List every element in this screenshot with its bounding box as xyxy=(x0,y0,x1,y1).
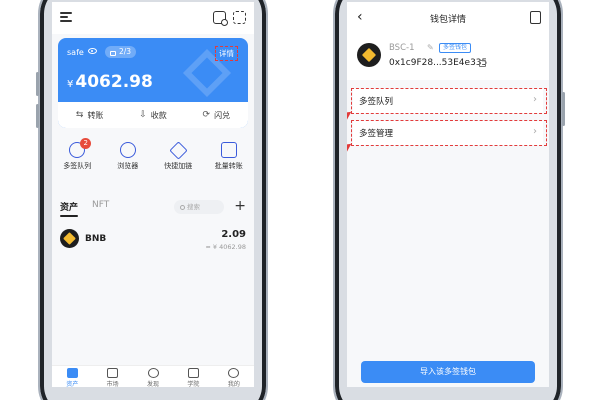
import-multisig-button[interactable]: 导入该多签钱包 xyxy=(361,361,535,383)
transfer-button[interactable]: ⇆ 转账 xyxy=(58,110,121,121)
nav-item-academy[interactable]: 学院 xyxy=(173,366,213,387)
multisig-queue-button[interactable]: 2 多签队列 xyxy=(52,138,103,182)
user-icon xyxy=(228,368,240,378)
wallet-detail-screen: ‹ 钱包详情 BSC-1 ✎ 多签钱包 0x1c9F28...53E4e335 … xyxy=(347,2,549,387)
volume-button xyxy=(36,72,39,96)
quick-cross-chain-icon xyxy=(169,141,188,160)
transfer-icon: ⇆ xyxy=(75,110,84,120)
browser-icon xyxy=(119,142,136,158)
batch-transfer-button[interactable]: 批量转账 xyxy=(204,142,255,182)
quick-add-chain-button[interactable]: 快捷加链 xyxy=(153,141,204,182)
balance-value: 4062.98 xyxy=(75,72,153,92)
power-button xyxy=(562,92,565,126)
wallet-name: safe xyxy=(67,48,84,57)
book-icon xyxy=(187,368,199,378)
receive-button[interactable]: ⇩ 收款 xyxy=(121,110,184,121)
nav-item-assets[interactable]: 资产 xyxy=(52,366,92,387)
wallet-name: BSC-1 xyxy=(389,43,415,53)
nav-label: 我的 xyxy=(227,381,240,387)
phone-frame-left: safe 2/3 详情 ¥4062.98 ⇆ 转账 ⇩ 收款 ⟳ 闪兑 2 多签… xyxy=(36,0,268,400)
highlight-box xyxy=(351,120,547,146)
menu-item-multisig-queue[interactable]: 多签队列 › xyxy=(351,88,547,114)
arrow-icon xyxy=(347,108,354,118)
chart-icon xyxy=(107,368,119,378)
notification-badge: 2 xyxy=(80,138,92,149)
flash-swap-icon: ⟳ xyxy=(202,110,211,120)
top-bar: ‹ 钱包详情 xyxy=(347,2,549,34)
wallet-home-screen: safe 2/3 详情 ¥4062.98 ⇆ 转账 ⇩ 收款 ⟳ 闪兑 2 多签… xyxy=(52,2,254,387)
search-input[interactable]: 搜索 xyxy=(174,200,224,214)
nav-item-profile[interactable]: 我的 xyxy=(214,366,254,387)
asset-symbol: BNB xyxy=(85,234,107,244)
menu-icon[interactable] xyxy=(60,12,72,22)
asset-amount: 2.09 xyxy=(221,229,246,240)
bottom-nav: 资产 市场 发现 学院 我的 xyxy=(52,365,254,387)
wallet-manage-icon[interactable] xyxy=(213,11,228,26)
add-asset-button[interactable]: + xyxy=(234,198,246,214)
list-item[interactable]: BNB 2.09 ≈ ¥ 4062.98 xyxy=(52,228,254,252)
search-placeholder: 搜索 xyxy=(187,203,200,211)
signature-badge: 2/3 xyxy=(105,46,137,58)
wallet-balance: ¥4062.98 xyxy=(67,72,153,92)
tab-nft[interactable]: NFT xyxy=(92,200,109,210)
batch-transfer-icon xyxy=(220,142,237,158)
page-title: 钱包详情 xyxy=(429,15,466,25)
quick-action-label: 浏览器 xyxy=(117,162,139,170)
tab-assets[interactable]: 资产 xyxy=(60,200,79,217)
signature-count: 2/3 xyxy=(119,47,132,56)
wallet-icon xyxy=(66,368,78,378)
clipboard-icon[interactable] xyxy=(530,11,541,24)
asset-fiat-value: ≈ ¥ 4062.98 xyxy=(205,243,246,251)
compass-icon xyxy=(147,368,159,378)
nav-item-market[interactable]: 市场 xyxy=(92,366,132,387)
search-icon xyxy=(180,204,185,210)
eye-icon[interactable] xyxy=(88,48,97,54)
top-bar xyxy=(52,2,254,34)
arrow-icon xyxy=(347,140,354,150)
flash-swap-label: 闪兑 xyxy=(214,110,231,120)
quick-action-label: 多签队列 xyxy=(63,162,92,170)
scan-icon[interactable] xyxy=(233,11,246,24)
wallet-header: BSC-1 ✎ 多签钱包 0x1c9F28...53E4e335 xyxy=(347,34,549,80)
receive-label: 收款 xyxy=(150,110,167,120)
wallet-detail-link[interactable]: 详情 xyxy=(215,46,238,61)
quick-action-label: 快捷加链 xyxy=(164,162,193,170)
nav-item-discover[interactable]: 发现 xyxy=(133,366,173,387)
nav-label: 市场 xyxy=(106,381,119,387)
bnb-logo-icon xyxy=(357,43,381,67)
currency-symbol: ¥ xyxy=(67,79,74,90)
quick-actions: 2 多签队列 浏览器 快捷加链 批量转账 xyxy=(52,138,255,182)
flash-swap-button[interactable]: ⟳ 闪兑 xyxy=(185,110,248,121)
menu-item-multisig-manage[interactable]: 多签管理 › xyxy=(351,120,547,146)
highlight-box xyxy=(351,88,547,114)
copy-icon[interactable] xyxy=(479,60,486,67)
lock-icon xyxy=(110,50,116,56)
receive-icon: ⇩ xyxy=(139,110,147,120)
bnb-logo-icon xyxy=(60,229,79,248)
wallet-address: 0x1c9F28...53E4e335 xyxy=(389,58,488,68)
volume-button xyxy=(36,104,39,128)
card-actions: ⇆ 转账 ⇩ 收款 ⟳ 闪兑 xyxy=(58,102,248,128)
nav-label: 学院 xyxy=(187,381,200,387)
quick-action-label: 批量转账 xyxy=(214,162,243,170)
edit-icon[interactable]: ✎ xyxy=(427,43,434,52)
multisig-tag: 多签钱包 xyxy=(439,43,472,53)
nav-label: 发现 xyxy=(147,381,160,387)
nav-label: 资产 xyxy=(66,381,79,387)
transfer-label: 转账 xyxy=(87,110,104,120)
phone-frame-right: ‹ 钱包详情 BSC-1 ✎ 多签钱包 0x1c9F28...53E4e335 … xyxy=(333,0,565,400)
browser-button[interactable]: 浏览器 xyxy=(103,142,154,182)
asset-tabs: 资产 NFT 搜索 + xyxy=(52,198,254,220)
